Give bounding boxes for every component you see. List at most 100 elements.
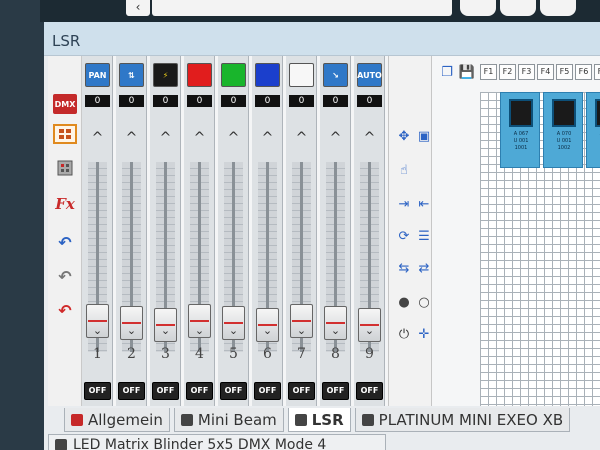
off-button[interactable]: OFF	[186, 382, 213, 400]
decrease-button[interactable]: ⌄	[320, 324, 351, 338]
redo-icon[interactable]: ↶	[53, 300, 77, 320]
toolbar-button[interactable]	[540, 0, 576, 16]
export-icon[interactable]: ⇤	[415, 196, 433, 212]
crosshair-icon[interactable]: ✛	[415, 326, 433, 342]
channel-value: 0	[357, 95, 382, 107]
power-icon[interactable]: ⏻	[395, 326, 413, 342]
off-button[interactable]: OFF	[220, 382, 247, 400]
toolbar-button[interactable]	[500, 0, 536, 16]
grid-icon[interactable]	[53, 124, 77, 144]
decrease-button[interactable]: ⌄	[184, 324, 215, 338]
red-icon[interactable]	[187, 63, 212, 87]
increase-button[interactable]: ^	[184, 130, 215, 146]
decrease-button[interactable]: ⌄	[286, 324, 317, 338]
increase-button[interactable]: ^	[252, 130, 283, 146]
decrease-button[interactable]: ⌄	[218, 324, 249, 338]
decrease-button[interactable]: ⌄	[82, 324, 113, 338]
import-icon[interactable]: ⇥	[395, 196, 413, 212]
increase-button[interactable]: ^	[150, 130, 181, 146]
tab-led-matrix[interactable]: LED Matrix Blinder 5x5 DMX Mode 4	[48, 434, 386, 450]
channel-value: 0	[187, 95, 212, 107]
decrease-button[interactable]: ⌄	[116, 324, 147, 338]
fader-channel: AUTO 0 ^ ⌄ 9 OFF	[354, 56, 385, 406]
green-icon[interactable]	[221, 63, 246, 87]
pan-icon[interactable]: PAN	[85, 63, 110, 87]
decrease-button[interactable]: ⌄	[150, 324, 181, 338]
window-title: LSR	[44, 22, 600, 56]
fixture-tile[interactable]: A 055U 0011003	[586, 92, 600, 168]
increase-button[interactable]: ^	[82, 130, 113, 146]
white-icon[interactable]	[289, 63, 314, 87]
tab-lsr[interactable]: LSR	[287, 408, 351, 432]
increase-button[interactable]: ^	[116, 130, 147, 146]
hand-icon[interactable]: ☝	[395, 162, 413, 178]
function-key-f5[interactable]: F5	[556, 64, 573, 80]
empty-circle-icon[interactable]: ○	[415, 294, 433, 310]
fixture-thumbnail	[595, 99, 600, 127]
channel-value: 0	[119, 95, 144, 107]
swap-right-icon[interactable]: ⇄	[415, 260, 433, 276]
fixture-panel: DMX Fx ↶ ↶ ↶ PAN 0 ^ ⌄ 1 OFF ⇅ 0 ^ ⌄ 2 OFF ⚡ 0 ^ ⌄ 3 OFF 0…	[48, 56, 600, 406]
increase-button[interactable]: ^	[354, 130, 385, 146]
align-icon[interactable]: ☰	[415, 228, 433, 244]
increase-button[interactable]: ^	[218, 130, 249, 146]
decrease-button[interactable]: ⌄	[354, 324, 385, 338]
strobe-icon[interactable]: ⚡	[153, 63, 178, 87]
fader-channel: PAN 0 ^ ⌄ 1 OFF	[82, 56, 113, 406]
off-button[interactable]: OFF	[288, 382, 315, 400]
windows-icon[interactable]: ❐	[438, 64, 456, 80]
tool-column: ✥ ▣ ☝ ⇥ ⇤ ⟳ ☰ ⇆ ⇄ ● ○ ⏻ ✛	[388, 56, 432, 406]
fx-icon[interactable]: Fx	[53, 194, 77, 214]
tilt-icon[interactable]: ⇅	[119, 63, 144, 87]
tab-label: PLATINUM MINI EXEO XB	[378, 410, 564, 429]
frame-icon[interactable]: ▣	[415, 128, 433, 144]
fixture-tile[interactable]: A 070 U 001 1002	[543, 92, 583, 168]
off-button[interactable]: OFF	[356, 382, 383, 400]
off-button[interactable]: OFF	[254, 382, 281, 400]
fader-channel: ⚡ 0 ^ ⌄ 3 OFF	[150, 56, 181, 406]
filled-circle-icon[interactable]: ●	[395, 294, 413, 310]
increase-button[interactable]: ^	[286, 130, 317, 146]
swap-left-icon[interactable]: ⇆	[395, 260, 413, 276]
function-key-f3[interactable]: F3	[518, 64, 535, 80]
fixture-thumbnail	[552, 99, 576, 127]
blue-icon[interactable]	[255, 63, 280, 87]
fader-channel: 0 ^ ⌄ 6 OFF	[252, 56, 283, 406]
toolbar-button[interactable]	[460, 0, 496, 16]
move-icon[interactable]: ✥	[395, 128, 413, 144]
channel-value: 0	[289, 95, 314, 107]
auto-icon[interactable]: AUTO	[357, 63, 382, 87]
undo-grey-icon[interactable]: ↶	[53, 266, 77, 286]
address-line: 1001	[514, 145, 528, 151]
speed-icon[interactable]: ↘	[323, 63, 348, 87]
off-button[interactable]: OFF	[84, 382, 111, 400]
save-icon[interactable]: 💾	[458, 64, 476, 80]
function-key-f1[interactable]: F1	[480, 64, 497, 80]
fixture-tile[interactable]: A 067 U 001 1001	[500, 92, 540, 168]
undo-icon[interactable]: ↶	[53, 232, 77, 252]
fixture-icon	[361, 413, 374, 426]
tab-mini-beam[interactable]: Mini Beam	[173, 408, 284, 432]
dmx-icon[interactable]: DMX	[53, 94, 77, 114]
lsr-window: LSR DMX Fx ↶ ↶ ↶ PAN 0 ^ ⌄ 1 OFF ⇅ 0 ^ ⌄ 2 OFF ⚡ 0 ^ ⌄ 3…	[44, 22, 600, 450]
channel-number: 2	[127, 346, 136, 362]
function-key-f2[interactable]: F2	[499, 64, 516, 80]
function-key-f7[interactable]: F7	[594, 64, 600, 80]
function-keys: F1F2F3F4F5F6F7	[480, 64, 600, 82]
decrease-button[interactable]: ⌄	[252, 324, 283, 338]
general-icon	[71, 413, 83, 426]
back-button[interactable]: ‹	[126, 0, 150, 16]
off-button[interactable]: OFF	[152, 382, 179, 400]
fader-channel: ⇅ 0 ^ ⌄ 2 OFF	[116, 56, 147, 406]
tab-platinum-mini-exeo-xb[interactable]: PLATINUM MINI EXEO XB	[354, 408, 571, 432]
off-button[interactable]: OFF	[118, 382, 145, 400]
function-key-f6[interactable]: F6	[575, 64, 592, 80]
off-button[interactable]: OFF	[322, 382, 349, 400]
function-key-f4[interactable]: F4	[537, 64, 554, 80]
refresh-icon[interactable]: ⟳	[395, 228, 413, 244]
fixture-icon[interactable]	[53, 158, 77, 178]
address-field[interactable]	[152, 0, 452, 16]
channel-number: 6	[263, 346, 272, 362]
tab-allgemein[interactable]: Allgemein	[64, 408, 170, 432]
increase-button[interactable]: ^	[320, 130, 351, 146]
